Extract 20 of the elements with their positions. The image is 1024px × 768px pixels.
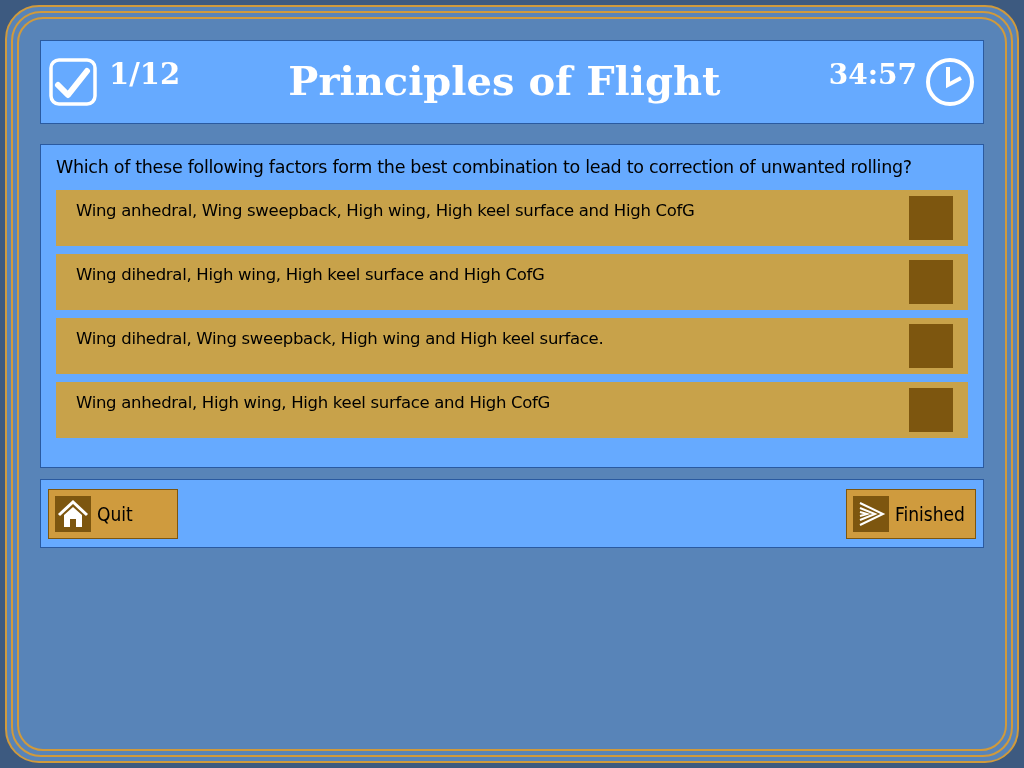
question-text: Which of these following factors form the best combination to lead to correction of unwanted rolling?: [56, 157, 913, 177]
answer-checkbox[interactable]: [909, 260, 953, 304]
question-counter: 1/12: [109, 57, 181, 91]
answer-checkbox[interactable]: [909, 196, 953, 240]
finish-button[interactable]: Finished: [846, 488, 976, 539]
quiz-title: Principles of Flight: [287, 56, 722, 104]
answer-checkbox[interactable]: [909, 388, 953, 432]
quit-button[interactable]: Quit: [48, 488, 178, 539]
answer-text: Wing dihedral, High wing, High keel surface and High CofG: [76, 265, 545, 284]
answer-option[interactable]: Wing anhedral, Wing sweepback, High wing, High keel surface and High CofG: [56, 190, 968, 246]
answer-checkbox[interactable]: [909, 324, 953, 368]
timer: 34:57: [828, 57, 917, 91]
answer-text: Wing anhedral, High wing, High keel surface and High CofG: [76, 393, 551, 412]
answer-option[interactable]: Wing dihedral, Wing sweepback, High wing and High keel surface.: [56, 318, 968, 374]
checkbox-icon: [49, 58, 97, 106]
answer-text: Wing anhedral, Wing sweepback, High wing, High keel surface and High CofG: [76, 201, 695, 220]
answer-option[interactable]: Wing anhedral, High wing, High keel surface and High CofG: [56, 382, 968, 438]
clock-icon: [925, 57, 975, 107]
answer-option[interactable]: Wing dihedral, High wing, High keel surface and High CofG: [56, 254, 968, 310]
answer-text: Wing dihedral, Wing sweepback, High wing and High keel surface.: [76, 329, 604, 348]
